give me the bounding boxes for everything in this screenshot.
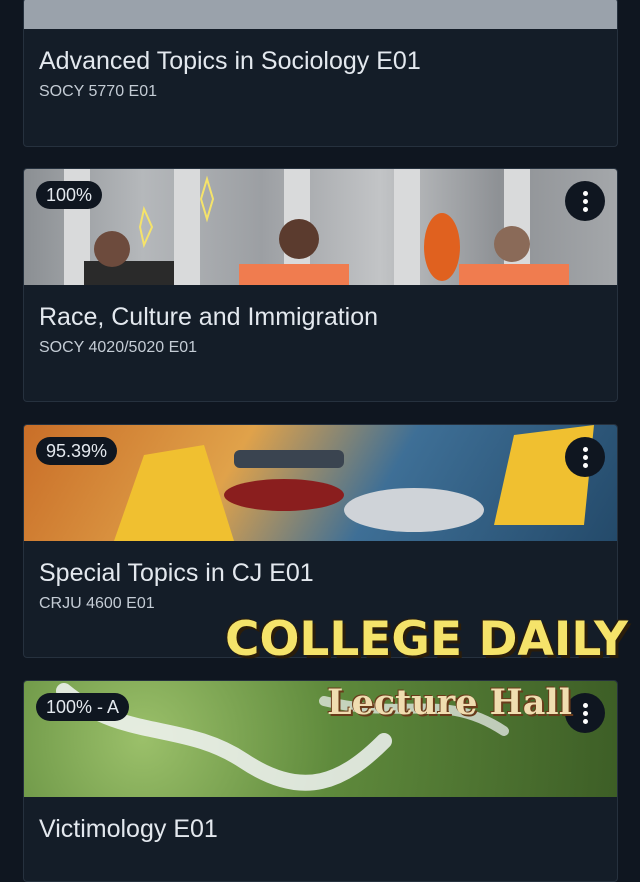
overlay-subtitle: Lecture Hall [326, 682, 572, 723]
course-image [24, 169, 617, 285]
overlay-title: COLLEGE DAILY [224, 612, 628, 667]
course-card[interactable]: Advanced Topics in Sociology E01 SOCY 57… [23, 0, 618, 147]
grade-badge: 95.39% [36, 437, 118, 465]
course-code: SOCY 4020/5020 E01 [39, 339, 198, 356]
course-title[interactable]: Victimology E01 [39, 815, 218, 844]
grade-badge: 100% - A [36, 693, 130, 721]
course-image [24, 0, 617, 29]
more-options-icon[interactable] [565, 181, 605, 221]
grade-badge: 100% [36, 181, 103, 209]
course-title[interactable]: Special Topics in CJ E01 [39, 559, 314, 588]
course-image-art [64, 169, 569, 285]
course-code: SOCY 5770 E01 [39, 83, 158, 100]
course-title[interactable]: Advanced Topics in Sociology E01 [39, 47, 421, 76]
course-title[interactable]: Race, Culture and Immigration [39, 303, 378, 332]
course-code: CRJU 4600 E01 [39, 595, 155, 612]
more-options-icon[interactable] [565, 437, 605, 477]
course-card[interactable]: 100% Race, Culture and Immigration SOCY … [23, 168, 618, 402]
